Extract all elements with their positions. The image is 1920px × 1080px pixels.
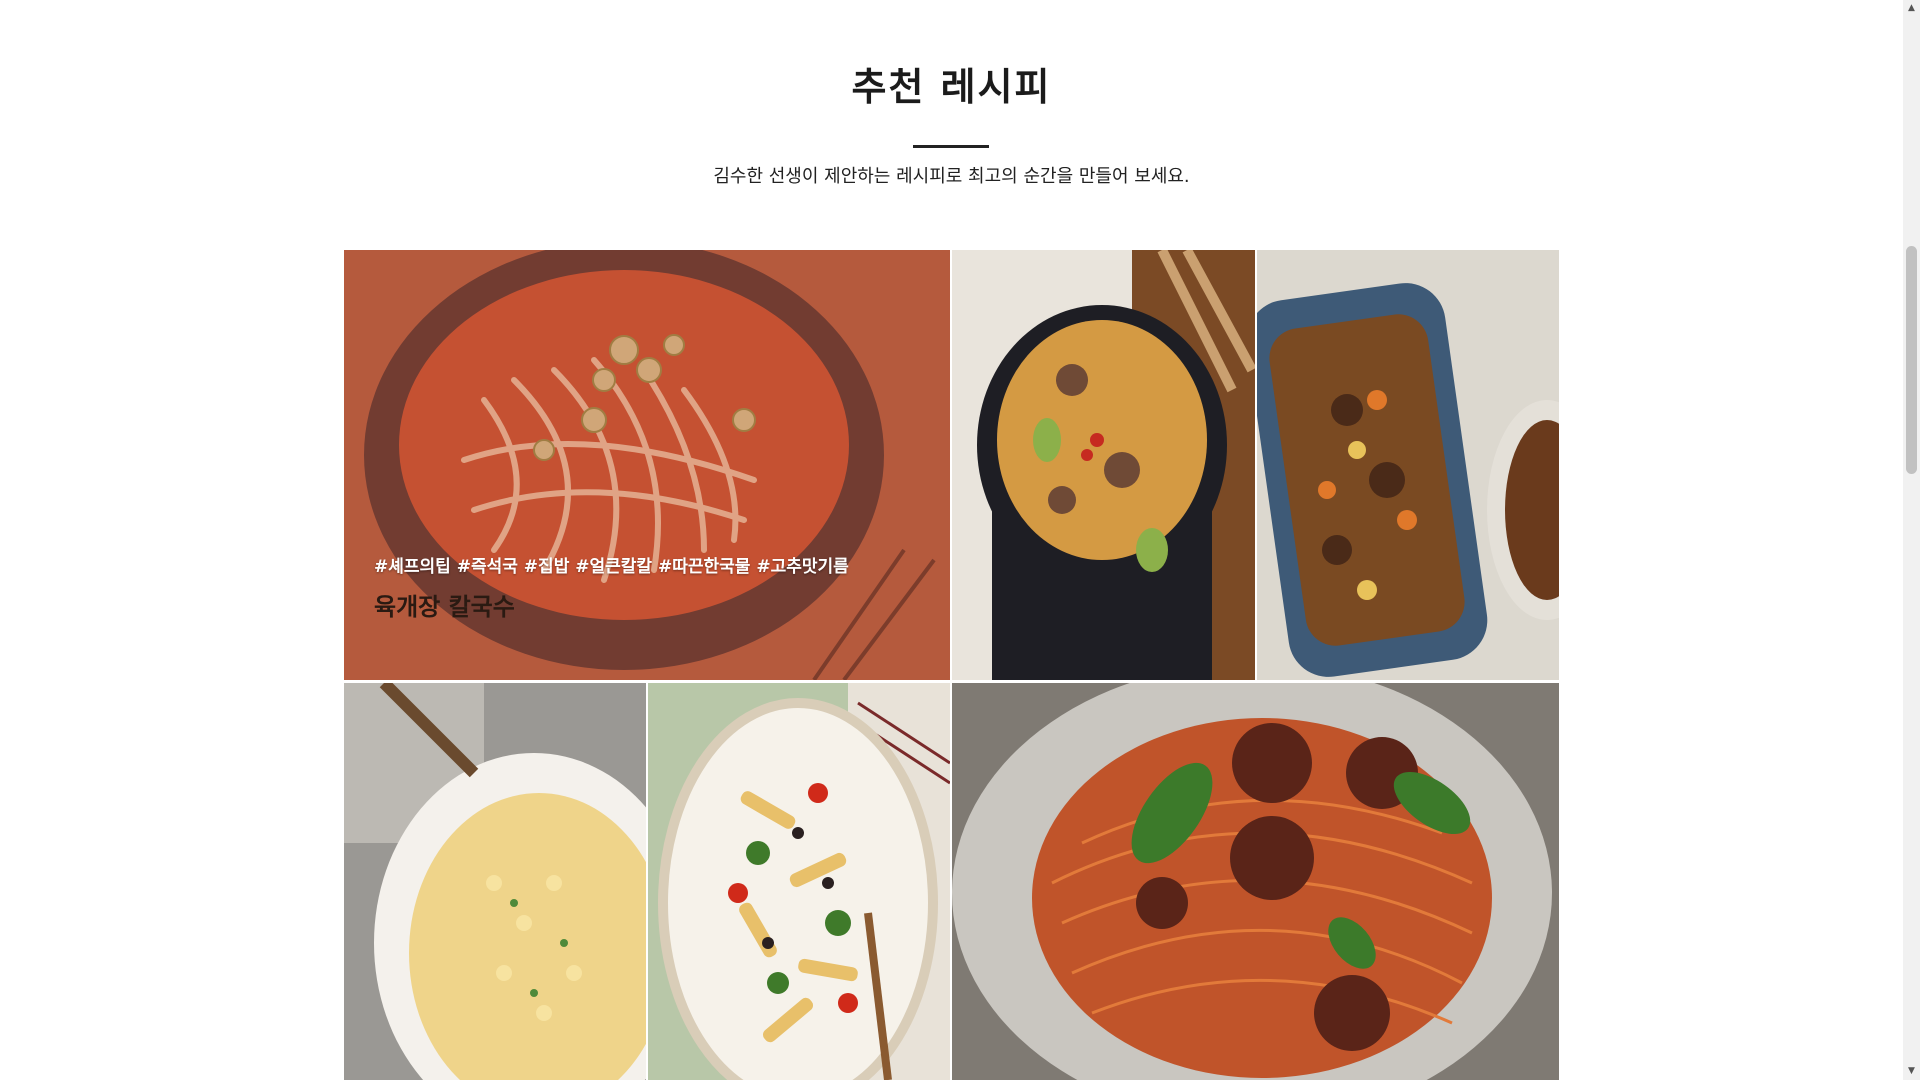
recipe-card-pasta-salad[interactable] — [648, 683, 950, 1080]
scroll-thumb[interactable] — [1906, 246, 1917, 474]
recipe-card-beef-stew[interactable] — [1257, 250, 1559, 680]
spaghetti-image — [952, 683, 1559, 1080]
section-title: 추천 레시피 — [851, 65, 1052, 109]
featured-tags: #셰프의팁 #즉석국 #집밥 #얼큰칼칼 #따끈한국물 #고추맛기름 — [374, 557, 849, 577]
featured-caption: #셰프의팁 #즉석국 #집밥 #얼큰칼칼 #따끈한국물 #고추맛기름 육개장 칼… — [374, 552, 849, 622]
featured-recipe-name: 육개장 칼국수 — [374, 593, 515, 621]
vertical-scrollbar[interactable]: ▲ ▼ — [1903, 0, 1920, 1080]
recipe-card-stew[interactable] — [952, 250, 1255, 680]
recipe-card-featured[interactable]: #셰프의팁 #즉석국 #집밥 #얼큰칼칼 #따끈한국물 #고추맛기름 육개장 칼… — [344, 250, 950, 680]
scroll-up-icon[interactable]: ▲ — [1903, 0, 1920, 17]
recipe-grid: #셰프의팁 #즉석국 #집밥 #얼큰칼칼 #따끈한국물 #고추맛기름 육개장 칼… — [344, 250, 1559, 1080]
recipe-card-corn-cheese[interactable] — [344, 683, 646, 1080]
recipe-card-spaghetti[interactable] — [952, 683, 1559, 1080]
corn-cheese-image — [344, 683, 646, 1080]
section-subtitle: 김수한 선생이 제안하는 레시피로 최고의 순간을 만들어 보세요. — [713, 166, 1190, 187]
scroll-down-icon[interactable]: ▼ — [1903, 1063, 1920, 1080]
beef-stew-image — [1257, 250, 1559, 680]
pasta-salad-image — [648, 683, 950, 1080]
stew-image — [952, 250, 1255, 680]
title-underline — [913, 145, 989, 148]
